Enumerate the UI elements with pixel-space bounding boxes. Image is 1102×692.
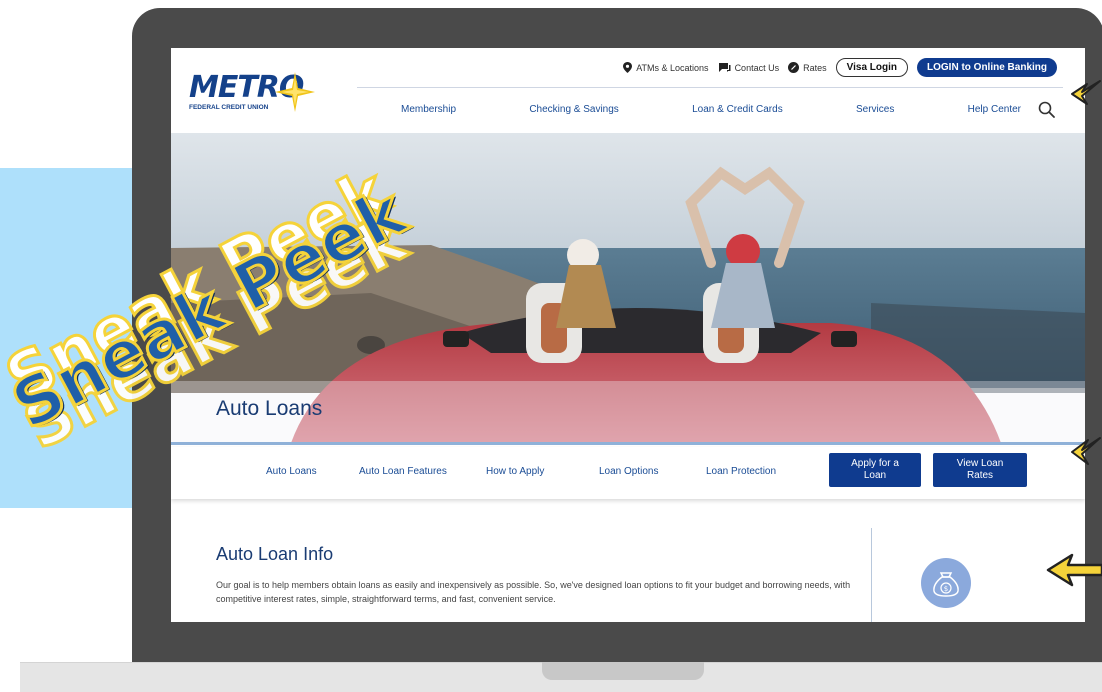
apply-for-loan-button[interactable]: Apply for a Loan [829,453,921,487]
pointer-arrow-icon [1046,553,1102,587]
location-pin-icon [623,62,633,73]
online-banking-login-button[interactable]: LOGIN to Online Banking [917,58,1057,77]
subnav-how-to-apply[interactable]: How to Apply [486,466,544,477]
utility-bar: ATMs & Locations Contact Us Rates Visa L… [623,58,1057,77]
search-icon[interactable] [1037,100,1057,120]
subnav-auto-loans[interactable]: Auto Loans [266,466,317,477]
hero-title: Auto Loans [216,397,323,420]
nav-item-membership[interactable]: Membership [401,104,456,115]
auto-loans-subnav: Auto Loans Auto Loan Features How to App… [171,447,1085,499]
atms-link[interactable]: ATMs & Locations [623,62,709,73]
rates-line-2: Rates [966,470,994,481]
hero-bottom-rule [171,442,1085,445]
atms-label: ATMs & Locations [636,62,709,73]
main-nav: Membership Checking & Savings Loan & Cre… [401,104,1021,115]
money-bag-icon: $ [933,572,959,597]
nav-item-checking-savings[interactable]: Checking & Savings [529,104,619,115]
view-loan-rates-button[interactable]: View Loan Rates [933,453,1027,487]
rates-line-1: View Loan [956,458,1004,469]
logo-subtitle: FEDERAL CREDIT UNION [189,104,269,111]
rates-label: Rates [803,62,827,73]
chat-icon [718,63,731,72]
website-screen: METRO FEDERAL CREDIT UNION ATMs & Locati… [171,48,1085,622]
nav-item-loans-cards[interactable]: Loan & Credit Cards [692,104,783,115]
apply-line-2: Loan [863,470,887,481]
subnav-loan-options[interactable]: Loan Options [599,466,659,477]
subnav-loan-protection[interactable]: Loan Protection [706,466,776,477]
pointer-arrow-icon [1071,437,1101,465]
content-divider [871,528,872,622]
rates-icon [788,62,800,73]
section-title: Auto Loan Info [216,544,334,564]
pointer-arrow-icon [1071,80,1101,105]
logo-star-icon [275,72,315,112]
rates-link[interactable]: Rates [788,62,827,73]
contact-label: Contact Us [734,62,780,73]
money-bag-badge: $ [921,558,971,608]
svg-text:$: $ [944,585,948,593]
contact-link[interactable]: Contact Us [718,62,780,73]
metro-logo[interactable]: METRO FEDERAL CREDIT UNION [189,70,315,118]
laptop-notch [542,662,704,680]
nav-item-help-center[interactable]: Help Center [968,104,1021,115]
nav-item-services[interactable]: Services [856,104,894,115]
header-divider [357,87,1063,88]
section-body: Our goal is to help members obtain loans… [216,580,851,604]
subnav-auto-loan-features[interactable]: Auto Loan Features [359,466,447,477]
visa-login-button[interactable]: Visa Login [835,58,908,77]
apply-line-1: Apply for a [851,458,899,469]
promo-stage: METRO FEDERAL CREDIT UNION ATMs & Locati… [0,0,1102,692]
